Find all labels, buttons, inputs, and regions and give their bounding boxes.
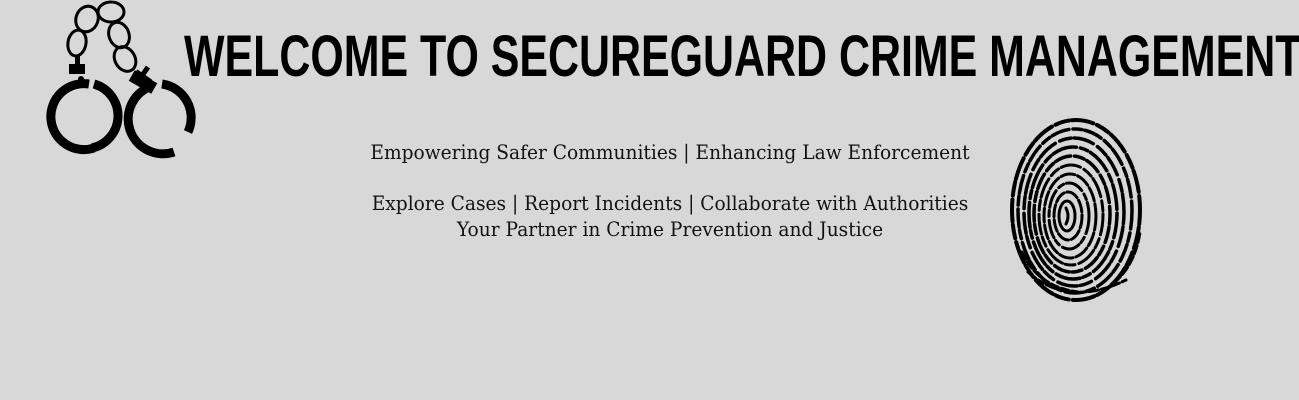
tagline-primary: Empowering Safer Communities | Enhancing… [370, 140, 970, 164]
fingerprint-icon [1010, 118, 1142, 302]
tagline-actions: Explore Cases | Report Incidents | Colla… [371, 191, 969, 215]
hero-banner: WELCOME TO SECUREGUARD CRIME MANAGEMENT … [0, 0, 1299, 400]
page-title: WELCOME TO SECUREGUARD CRIME MANAGEMENT [184, 24, 1299, 89]
tagline-mission: Your Partner in Crime Prevention and Jus… [456, 217, 884, 241]
